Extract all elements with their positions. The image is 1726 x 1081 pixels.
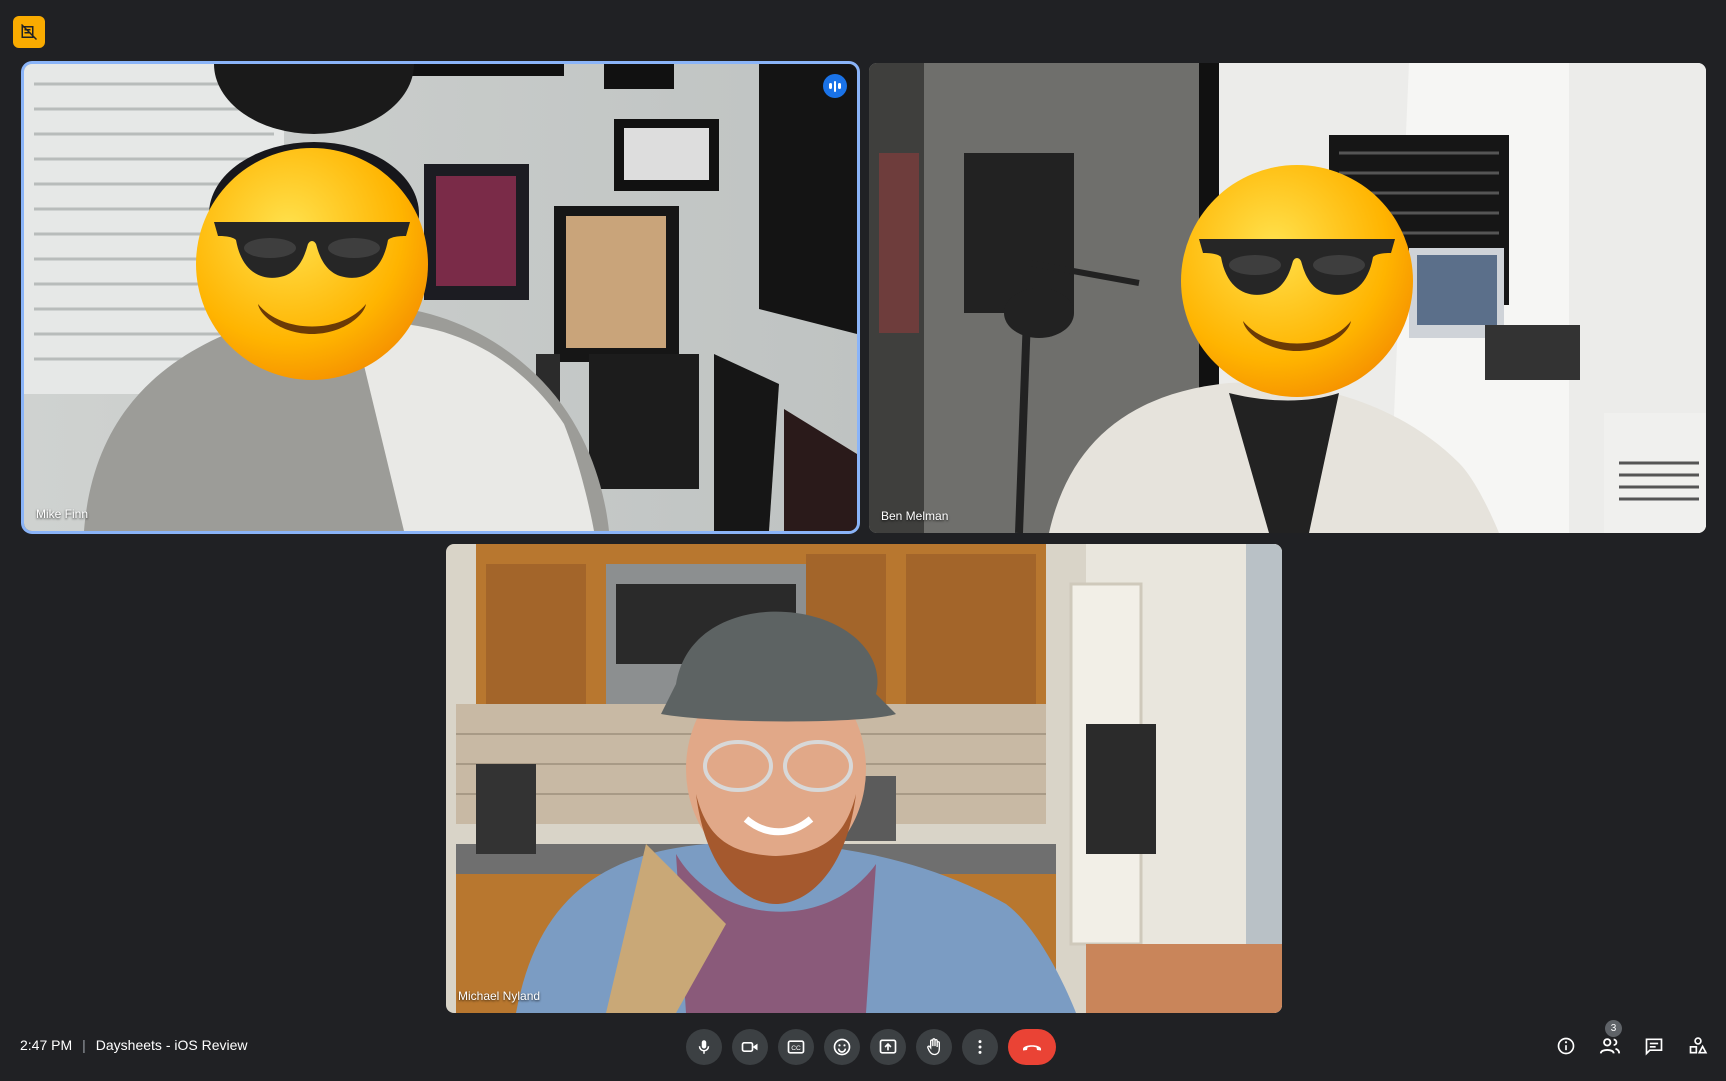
participant-video (446, 544, 1282, 1013)
more-options-button[interactable] (962, 1029, 998, 1065)
meeting-title: Daysheets - iOS Review (95, 1037, 248, 1053)
captions-button[interactable]: CC (778, 1029, 814, 1065)
participant-video (24, 64, 857, 531)
raise-hand-icon (927, 1038, 940, 1056)
meeting-time: 2:47 PM (20, 1037, 73, 1053)
emoji-reactions-button[interactable] (824, 1029, 860, 1065)
activities-icon (1689, 1037, 1708, 1054)
speaking-indicator-icon (823, 74, 847, 98)
svg-text:CC: CC (791, 1045, 801, 1052)
activities-button[interactable] (1682, 1030, 1714, 1062)
participant-tile-michael-nyland[interactable]: Michael Nyland (446, 544, 1282, 1013)
present-icon (879, 1039, 897, 1054)
info-icon (1557, 1037, 1575, 1055)
microphone-icon (698, 1040, 710, 1054)
side-panel-controls: 3 (1550, 1020, 1714, 1062)
captions-icon: CC (787, 1040, 805, 1054)
chat-button[interactable] (1638, 1030, 1670, 1062)
meeting-info-separator: | (82, 1037, 86, 1053)
participant-name: Mike Finn (36, 507, 89, 521)
chat-icon (1645, 1038, 1663, 1056)
people-count-badge: 3 (1605, 1020, 1622, 1037)
participant-name: Michael Nyland (458, 989, 541, 1003)
participant-name: Ben Melman (881, 509, 949, 523)
present-button[interactable] (870, 1029, 906, 1065)
more-options-icon (978, 1040, 982, 1054)
people-icon (1599, 1038, 1621, 1054)
meeting-info: 2:47 PM | Daysheets - iOS Review (20, 1037, 248, 1053)
participant-tile-ben-melman[interactable]: Ben Melman (869, 63, 1706, 533)
call-controls: CC (686, 1029, 1056, 1065)
sunglasses-emoji-icon (196, 148, 428, 380)
recording-indicator-icon[interactable] (13, 16, 45, 48)
emoji-icon (833, 1038, 851, 1056)
raise-hand-button[interactable] (916, 1029, 952, 1065)
microphone-button[interactable] (686, 1029, 722, 1065)
camera-icon (741, 1042, 758, 1052)
meeting-details-button[interactable] (1550, 1030, 1582, 1062)
end-call-icon (1023, 1045, 1041, 1051)
people-button[interactable]: 3 (1594, 1020, 1626, 1062)
camera-button[interactable] (732, 1029, 768, 1065)
leave-call-button[interactable] (1008, 1029, 1056, 1065)
participant-tile-mike-finn[interactable]: Mike Finn (24, 64, 857, 531)
sunglasses-emoji-icon (1181, 165, 1413, 397)
